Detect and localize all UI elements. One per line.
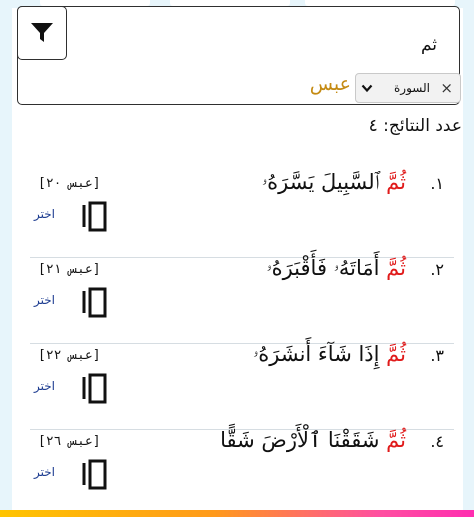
- highlighted-term: ثُمَّ: [386, 342, 406, 366]
- selected-surah[interactable]: عبس: [291, 73, 351, 95]
- verse-rest: شَقَقْنَا ٱلْأَرْضَ شَقًّا: [220, 428, 387, 452]
- filter-button[interactable]: [17, 6, 67, 60]
- result-number: ١.: [430, 174, 444, 193]
- copy-icon[interactable]: [82, 287, 108, 319]
- select-button[interactable]: اختر: [34, 379, 55, 393]
- select-button[interactable]: اختر: [34, 465, 55, 479]
- verse-reference: [عبس ٢٢]: [38, 348, 101, 363]
- copy-icon[interactable]: [82, 201, 108, 233]
- result-number: ٢.: [430, 260, 444, 279]
- verse-reference: [عبس ٢١]: [38, 262, 101, 277]
- bottom-gradient-bar: [0, 510, 474, 517]
- verse-text: ثُمَّ أَمَاتَهُۥ فَأَقْبَرَهُۥ: [266, 256, 406, 281]
- highlighted-term: ثُمَّ: [386, 428, 406, 452]
- search-query-text[interactable]: ثم: [421, 35, 437, 55]
- verse-text: ثُمَّ شَقَقْنَا ٱلْأَرْضَ شَقًّا: [220, 428, 406, 452]
- verse-text: ثُمَّ إِذَا شَآءَ أَنشَرَهُۥ: [253, 342, 406, 367]
- result-item: ٤. ثُمَّ شَقَقْنَا ٱلْأَرْضَ شَقًّا [عبس…: [30, 428, 454, 516]
- result-number: ٤.: [430, 432, 444, 451]
- result-item: ٣. ثُمَّ إِذَا شَآءَ أَنشَرَهُۥ [عبس ٢٢]…: [30, 342, 454, 430]
- remove-filter-button[interactable]: ×: [440, 79, 453, 97]
- verse-rest: ٱلسَّبِيلَ يَسَّرَهُۥ: [261, 170, 387, 194]
- select-button[interactable]: اختر: [34, 207, 55, 221]
- highlighted-term: ثُمَّ: [386, 170, 406, 194]
- verse-rest: أَمَاتَهُۥ فَأَقْبَرَهُۥ: [266, 256, 387, 280]
- filter-chip-label: السورة: [394, 81, 430, 95]
- verse-reference: [عبس ٢٠]: [38, 176, 101, 191]
- result-item: ٢. ثُمَّ أَمَاتَهُۥ فَأَقْبَرَهُۥ [عبس ٢…: [30, 256, 454, 344]
- result-number: ٣.: [430, 346, 444, 365]
- search-box[interactable]: ثم × السورة عبس: [17, 6, 461, 105]
- verse-rest: إِذَا شَآءَ أَنشَرَهُۥ: [253, 342, 387, 366]
- copy-icon[interactable]: [82, 373, 108, 405]
- highlighted-term: ثُمَّ: [386, 256, 406, 280]
- chevron-down-icon[interactable]: [361, 83, 373, 93]
- surah-filter-chip[interactable]: × السورة: [355, 73, 461, 103]
- copy-icon[interactable]: [82, 459, 108, 491]
- result-item: ١. ثُمَّ ٱلسَّبِيلَ يَسَّرَهُۥ [عبس ٢٠] …: [30, 170, 454, 258]
- select-button[interactable]: اختر: [34, 293, 55, 307]
- verse-text: ثُمَّ ٱلسَّبِيلَ يَسَّرَهُۥ: [262, 170, 406, 195]
- results-count: عدد النتائج: ٤: [368, 116, 462, 136]
- verse-reference: [عبس ٢٦]: [38, 434, 101, 449]
- funnel-icon: [31, 23, 53, 42]
